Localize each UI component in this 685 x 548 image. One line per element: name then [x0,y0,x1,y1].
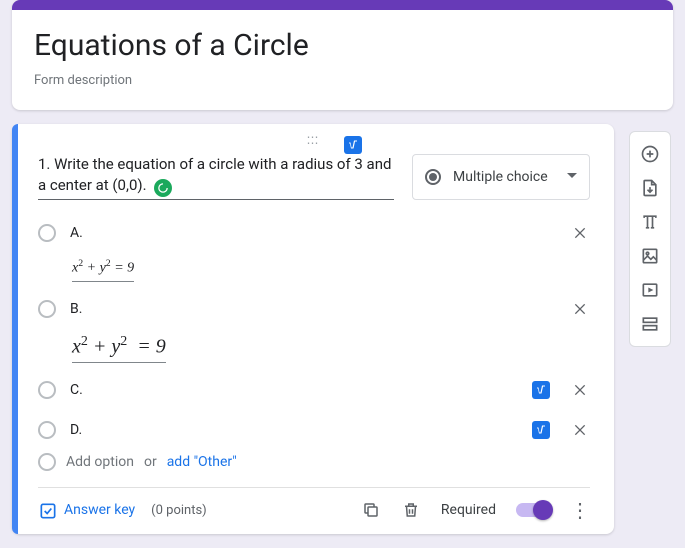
multiple-choice-icon [425,169,441,185]
add-section-button[interactable] [632,308,668,340]
option-label-c[interactable]: C. [70,382,83,398]
add-image-button[interactable] [632,240,668,272]
add-question-button[interactable] [632,138,668,170]
remove-option-c-button[interactable] [570,380,590,400]
add-title-button[interactable] [632,206,668,238]
active-indicator-bar [12,124,18,534]
form-header-card: Equations of a Circle Form description [12,0,673,110]
drag-handle-icon[interactable]: ⋯⋯ [307,134,322,146]
option-row-d: D. [38,413,590,447]
option-row-a: A. [38,216,590,250]
add-option-button[interactable]: Add option [66,454,134,470]
form-title[interactable]: Equations of a Circle [34,28,651,63]
floating-toolbar [629,131,671,347]
required-label: Required [441,502,496,518]
answer-key-label: Answer key [64,502,135,518]
duplicate-button[interactable] [361,500,381,520]
equation-badge-icon[interactable] [532,421,550,439]
question-footer: Answer key (0 points) Required ⋮ [38,487,590,534]
add-option-or-label: or [144,454,157,470]
add-other-button[interactable]: add "Other" [167,454,237,470]
radio-icon [38,381,56,399]
equation-badge-icon[interactable] [532,381,550,399]
question-type-dropdown[interactable]: Multiple choice [412,154,590,200]
form-description[interactable]: Form description [34,73,651,88]
add-video-button[interactable] [632,274,668,306]
add-option-row: Add option or add "Other" [38,453,590,471]
option-label-d[interactable]: D. [70,422,82,438]
chevron-down-icon [567,173,577,183]
remove-option-b-button[interactable] [570,299,590,319]
option-row-c: C. [38,373,590,407]
option-a-equation-image[interactable]: x2 + y2 = 9 [72,258,134,282]
remove-option-d-button[interactable] [570,420,590,440]
radio-icon [38,224,56,242]
toggle-knob [533,500,553,520]
option-label-b[interactable]: B. [70,301,82,317]
question-text: 1. Write the equation of a circle with a… [38,155,391,194]
points-label: (0 points) [151,503,207,518]
remove-option-a-button[interactable] [570,223,590,243]
radio-icon [38,421,56,439]
drag-handle-row: ⋯⋯ [38,134,590,154]
quiz-green-badge-icon[interactable] [154,179,172,197]
equation-badge-icon[interactable] [344,136,362,154]
answer-key-button[interactable]: Answer key [38,501,135,519]
option-row-b: B. [38,292,590,326]
radio-icon [38,453,56,471]
answer-key-icon [38,501,56,519]
question-card: ⋯⋯ 1. Write the equation of a circle wit… [12,124,614,534]
option-b-equation-image[interactable]: x2 + y2 = 9 [72,334,166,364]
question-text-input[interactable]: 1. Write the equation of a circle with a… [38,154,394,200]
import-questions-button[interactable] [632,172,668,204]
delete-button[interactable] [401,500,421,520]
radio-icon [38,300,56,318]
option-label-a[interactable]: A. [70,225,83,241]
question-type-label: Multiple choice [453,169,548,185]
required-toggle[interactable] [516,503,550,517]
